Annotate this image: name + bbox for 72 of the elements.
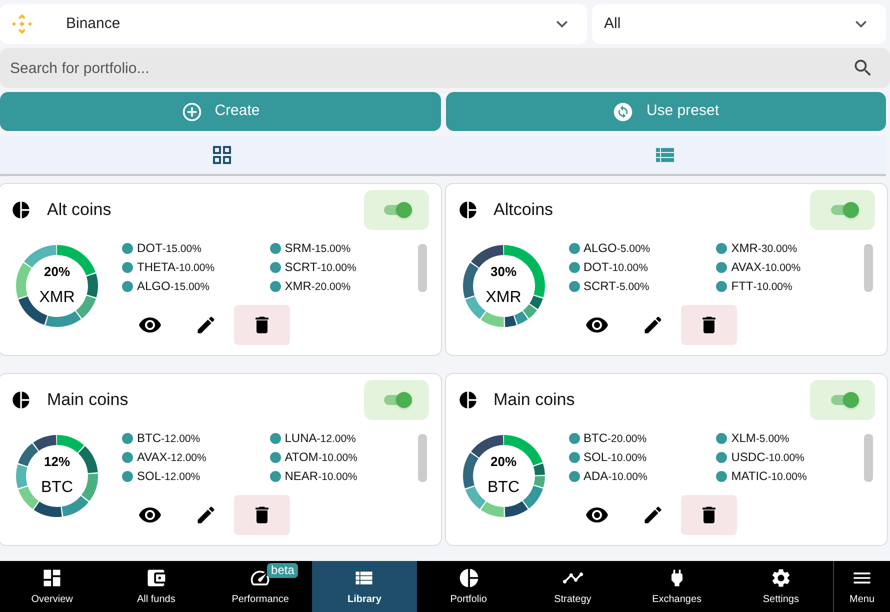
- holding-label: SCRT-10.00%: [284, 259, 356, 276]
- pie-chart-icon: [458, 390, 478, 410]
- portfolio-title: Main coins: [494, 389, 575, 412]
- beta-badge: beta: [267, 563, 298, 578]
- donut-coin: BTC: [488, 478, 520, 498]
- diamond-logo-icon: [10, 12, 34, 36]
- donut-percent: 30%: [490, 263, 517, 282]
- exchange-value: Binance: [66, 14, 120, 34]
- portfolio-title: Altcoins: [494, 199, 554, 222]
- holding-label: SCRT-5.00%: [584, 278, 650, 296]
- holding-label: SRM-15.00%: [284, 240, 351, 258]
- delete-button[interactable]: [234, 305, 290, 345]
- holding-label: ALGO-5.00%: [584, 240, 650, 258]
- nav-tab[interactable]: Menu: [833, 561, 890, 612]
- holding-label: SOL-12.00%: [137, 468, 200, 486]
- filter-select[interactable]: All: [592, 4, 886, 44]
- holding-label: BTC-20.00%: [584, 430, 647, 448]
- nav-tab[interactable]: Library: [312, 561, 416, 612]
- holding-label: SOL-10.00%: [584, 449, 647, 466]
- toggle-switch[interactable]: [364, 190, 428, 230]
- nav-tab[interactable]: Settings: [728, 561, 833, 612]
- settings-icon: [770, 566, 792, 588]
- nav-tab[interactable]: beta Performance: [208, 561, 312, 612]
- toggle-switch[interactable]: [810, 380, 875, 420]
- scrollbar[interactable]: [418, 434, 426, 482]
- donut-percent: 12%: [44, 453, 70, 472]
- portfolio-title: Main coins: [47, 389, 128, 412]
- holding-label: USDC-10.00%: [731, 449, 804, 466]
- scrollbar[interactable]: [864, 434, 873, 482]
- holding-label: ALGO-15.00%: [137, 278, 210, 296]
- holding-label: ATOM-10.00%: [284, 449, 358, 466]
- nav-tab[interactable]: Portfolio: [416, 561, 521, 612]
- nav-tab[interactable]: All funds: [104, 561, 208, 612]
- holding-label: XLM-5.00%: [731, 430, 790, 448]
- holding-label: LUNA-12.00%: [284, 430, 356, 448]
- holding-label: THETA-10.00%: [137, 259, 215, 276]
- scrollbar[interactable]: [864, 244, 873, 292]
- portfolio-title: Alt coins: [47, 199, 112, 222]
- search-field[interactable]: Search for portfolio...: [0, 48, 890, 88]
- delete-button[interactable]: [234, 495, 290, 535]
- donut-percent: 20%: [44, 263, 70, 282]
- donut-coin: XMR: [486, 288, 522, 308]
- holding-label: FTT-10.00%: [731, 278, 792, 296]
- scrollbar[interactable]: [418, 244, 426, 292]
- pie-chart-icon: [458, 200, 478, 220]
- donut-coin: BTC: [41, 478, 73, 498]
- holding-label: AVAX-10.00%: [731, 259, 801, 276]
- nav-tab[interactable]: Strategy: [520, 561, 625, 612]
- pie-chart-icon: [11, 200, 31, 220]
- holding-label: NEAR-10.00%: [284, 468, 358, 486]
- toggle-switch[interactable]: [810, 190, 875, 230]
- nav-tab[interactable]: Exchanges: [624, 561, 729, 612]
- nav-tab[interactable]: Overview: [0, 561, 104, 612]
- toggle-switch[interactable]: [364, 380, 428, 420]
- holding-label: XMR-20.00%: [284, 278, 351, 296]
- holding-label: AVAX-12.00%: [137, 449, 206, 466]
- pie-chart-icon: [458, 566, 480, 588]
- delete-button[interactable]: [680, 495, 736, 535]
- holding-label: DOT-10.00%: [584, 259, 648, 276]
- pencil-icon: [195, 504, 217, 526]
- exchange-select[interactable]: Binance: [0, 4, 587, 44]
- holding-label: XMR-30.00%: [731, 240, 798, 258]
- holding-label: BTC-12.00%: [137, 430, 200, 448]
- filter-value: All: [604, 14, 621, 34]
- pie-chart-icon: [11, 390, 31, 410]
- donut-coin: XMR: [39, 288, 75, 308]
- delete-button[interactable]: [680, 305, 736, 345]
- pencil-icon: [195, 314, 217, 336]
- donut-percent: 20%: [490, 453, 517, 472]
- holding-label: ADA-10.00%: [584, 468, 648, 486]
- holding-label: DOT-15.00%: [137, 240, 202, 258]
- holding-label: MATIC-10.00%: [731, 468, 807, 486]
